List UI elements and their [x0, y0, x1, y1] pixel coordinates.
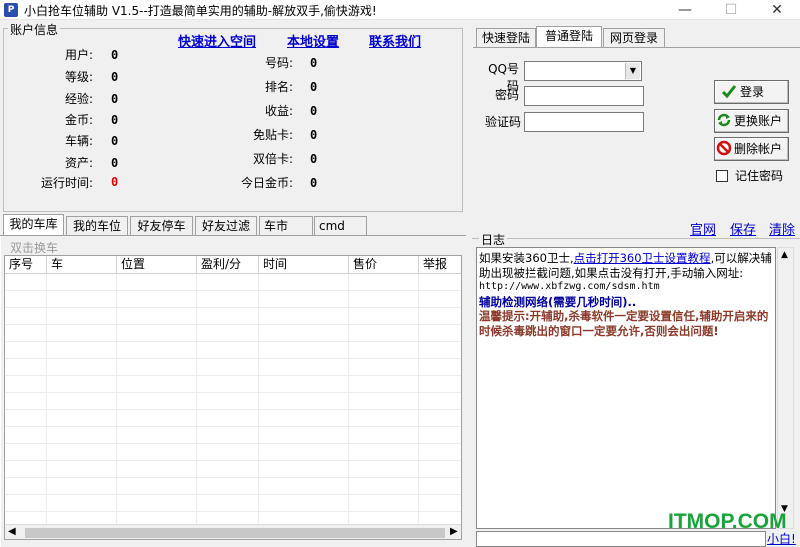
user-value: 0 [111, 48, 119, 62]
maximize-button[interactable]: ☐ [708, 0, 754, 20]
title-bar: P 小白抢车位辅助 V1.5--打造最简单实用的辅助-解放双手,偷快游戏! — … [0, 0, 800, 20]
close-button[interactable]: ✕ [754, 0, 800, 20]
minimize-button[interactable]: — [662, 0, 708, 20]
log-line-network: 辅助检测网络(需要几秒时间).. [479, 294, 637, 309]
chevron-down-icon[interactable]: ▼ [625, 63, 640, 79]
table-grid [5, 274, 461, 529]
level-value: 0 [111, 70, 119, 84]
col-position[interactable]: 位置 [117, 256, 197, 274]
scroll-right-icon[interactable]: ▶ [450, 526, 458, 537]
local-settings-link[interactable]: 本地设置 [287, 31, 339, 50]
runtime-label: 运行时间: [40, 176, 93, 190]
col-index[interactable]: 序号 [5, 256, 47, 274]
log-textbox[interactable]: 如果安装360卫士,点击打开360卫士设置教程,可以解决辅助出现被拦截问题,如果… [476, 247, 776, 529]
assets-value: 0 [111, 156, 119, 170]
log-legend: 日志 [479, 231, 508, 248]
cars-label: 车辆: [64, 134, 93, 148]
free-card-value: 0 [310, 128, 318, 142]
switch-account-label: 更换账户 [734, 114, 783, 128]
delete-account-label: 删除帐户 [734, 142, 783, 156]
official-site-link[interactable]: 官网 [690, 219, 716, 238]
double-card-label: 双倍卡: [252, 152, 293, 166]
rank-label: 排名: [264, 80, 293, 94]
income-label: 收益: [264, 104, 293, 118]
login-button-label: 登录 [740, 85, 765, 99]
rank-value: 0 [310, 80, 318, 94]
tab-quick-login[interactable]: 快速登陆 [476, 28, 536, 47]
col-price[interactable]: 售价 [349, 256, 419, 274]
number-label: 号码: [264, 56, 293, 70]
captcha-input[interactable] [524, 112, 644, 132]
password-input[interactable] [524, 86, 644, 106]
window-title: 小白抢车位辅助 V1.5--打造最简单实用的辅助-解放双手,偷快游戏! [24, 4, 377, 18]
password-label: 密码 [494, 88, 519, 102]
tab-friend-parking[interactable]: 好友停车 [130, 216, 193, 236]
col-profit[interactable]: 盈利/分 [197, 256, 259, 274]
log-line-tip: 温馨提示:开辅助,杀毒软件一定要设置信任,辅助开启来的时候杀毒跳出的窗口一定要允… [479, 309, 769, 338]
login-button[interactable]: 登录 [714, 80, 789, 104]
tab-car-market[interactable]: 车市 [259, 216, 313, 236]
col-report[interactable]: 举报 [419, 256, 461, 274]
table-hscrollbar[interactable]: ◀ ▶ [5, 524, 461, 539]
level-label: 等级: [64, 70, 93, 84]
log-line-360: 如果安装360卫士,点击打开360卫士设置教程,可以解决辅助出现被拦截问题,如果… [479, 251, 772, 280]
tab-normal-login[interactable]: 普通登陆 [536, 26, 602, 47]
tab-my-spots[interactable]: 我的车位 [66, 216, 128, 236]
delete-account-button[interactable]: 删除帐户 [714, 137, 789, 161]
garage-table[interactable]: 序号 车 位置 盈利/分 时间 售价 举报 ◀ ▶ [4, 255, 462, 540]
number-value: 0 [310, 56, 318, 70]
tab-friend-filter[interactable]: 好友过滤 [195, 216, 257, 236]
log-group-border [472, 238, 800, 239]
double-card-value: 0 [310, 152, 318, 166]
watermark-logo: ITMOP.COM [668, 510, 787, 533]
scroll-up-icon[interactable]: ▲ [781, 250, 788, 260]
assets-label: 资产: [64, 156, 93, 170]
user-label: 用户: [64, 48, 93, 62]
save-log-link[interactable]: 保存 [730, 219, 756, 238]
refresh-icon [717, 113, 731, 127]
free-card-label: 免贴卡: [252, 128, 293, 142]
360-tutorial-link[interactable]: 点击打开360卫士设置教程 [574, 251, 711, 265]
today-gold-value: 0 [310, 176, 318, 190]
gold-value: 0 [111, 113, 119, 127]
exp-label: 经验: [64, 92, 93, 106]
log-line-url: http://www.xbfzwg.com/sdsm.htm [479, 281, 660, 292]
today-gold-label: 今日金币: [240, 176, 293, 190]
col-time[interactable]: 时间 [259, 256, 349, 274]
exp-value: 0 [111, 92, 119, 106]
col-car[interactable]: 车 [47, 256, 117, 274]
qq-combobox[interactable]: ▼ [524, 61, 642, 81]
double-click-hint: 双击换车 [10, 241, 59, 255]
remember-password-label: 记住密码 [735, 169, 784, 183]
scroll-thumb[interactable] [25, 528, 445, 538]
checkmark-icon [721, 85, 737, 99]
tab-cmd[interactable]: cmd [314, 216, 367, 236]
scroll-left-icon[interactable]: ◀ [8, 526, 16, 537]
gold-label: 金币: [64, 113, 93, 127]
contact-us-link[interactable]: 联系我们 [369, 31, 421, 50]
switch-account-button[interactable]: 更换账户 [714, 109, 789, 133]
runtime-value: 0 [111, 175, 119, 189]
quick-space-link[interactable]: 快速进入空间 [178, 31, 256, 50]
no-entry-icon [716, 140, 732, 156]
cars-value: 0 [111, 134, 119, 148]
tab-web-login[interactable]: 网页登录 [603, 28, 665, 47]
captcha-label: 验证码 [484, 115, 521, 129]
clear-log-link[interactable]: 清除 [769, 219, 795, 238]
app-icon: P [4, 3, 18, 17]
remember-password-checkbox[interactable] [716, 170, 728, 182]
tab-my-garage[interactable]: 我的车库 [3, 214, 64, 236]
log-vscrollbar[interactable]: ▲ ▼ [777, 247, 794, 529]
income-value: 0 [310, 104, 318, 118]
account-info-legend: 账户信息 [8, 21, 61, 38]
